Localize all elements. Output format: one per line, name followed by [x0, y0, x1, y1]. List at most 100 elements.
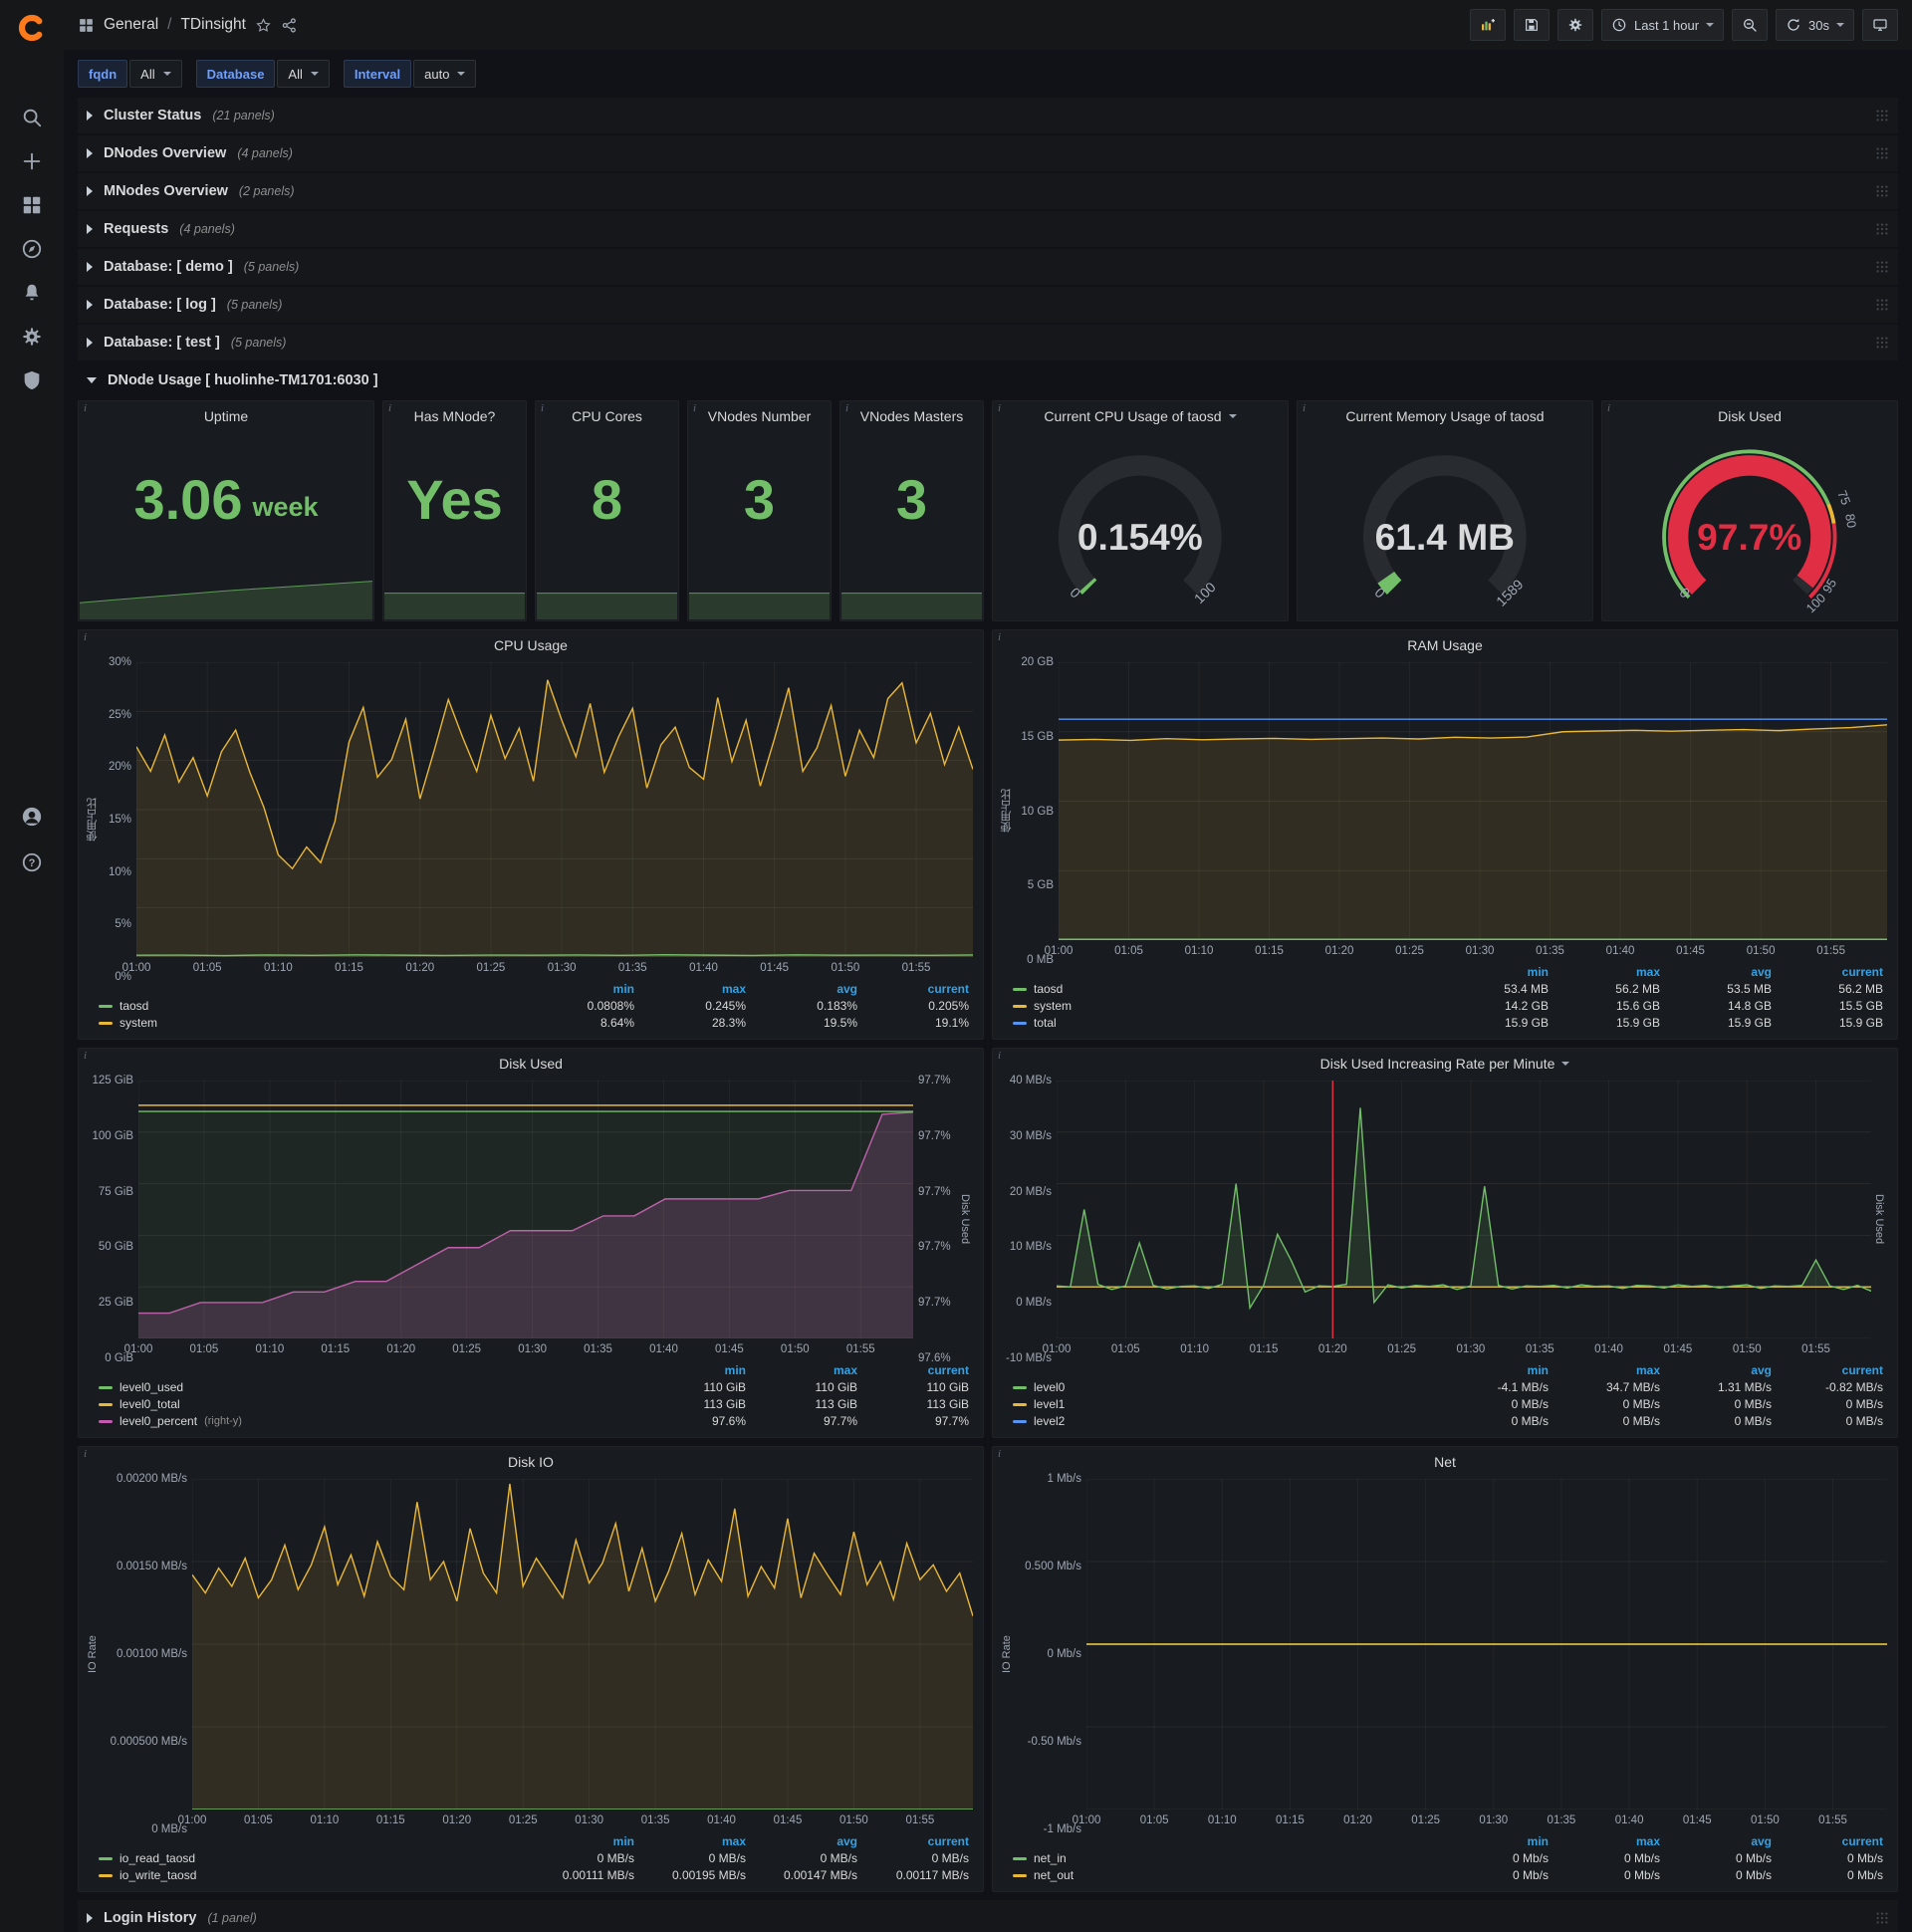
dashboard-settings-button[interactable] — [1556, 9, 1593, 41]
panel-info-icon[interactable]: i — [84, 1448, 87, 1460]
panel-title[interactable]: CPU Cores — [572, 408, 642, 424]
legend-series[interactable]: level0_total — [97, 1396, 636, 1412]
grafana-logo[interactable] — [10, 6, 54, 50]
panel-title[interactable]: Has MNode? — [414, 408, 496, 424]
legend-series[interactable]: level0_used — [97, 1379, 636, 1395]
panel-title[interactable]: VNodes Masters — [860, 408, 963, 424]
alerting-bell-icon[interactable] — [10, 271, 54, 315]
panel-title[interactable]: Disk IO — [508, 1454, 554, 1470]
panel-info-icon[interactable]: i — [1303, 402, 1306, 414]
disk-gauge: 758095100097.7% — [1662, 449, 1859, 615]
plot-area[interactable] — [1059, 662, 1887, 940]
legend-series[interactable]: net_out — [1011, 1867, 1439, 1883]
panel-title[interactable]: Disk Used — [499, 1056, 563, 1072]
variable-value-dropdown[interactable]: All — [129, 60, 182, 88]
panel-info-icon[interactable]: i — [693, 402, 696, 414]
dashboard-row-dnode-usage[interactable]: DNode Usage [ huolinhe-TM1701:6030 ] — [78, 362, 1898, 398]
panel-title[interactable]: Current CPU Usage of taosd — [1044, 408, 1221, 424]
plot-area[interactable] — [192, 1479, 973, 1810]
help-icon[interactable]: ? — [10, 841, 54, 884]
legend-series[interactable]: level0 — [1011, 1379, 1439, 1395]
plot-area[interactable] — [136, 662, 973, 957]
drag-handle-icon[interactable] — [1875, 222, 1889, 236]
panel-info-icon[interactable]: i — [84, 1050, 87, 1062]
drag-handle-icon[interactable] — [1875, 298, 1889, 312]
dashboard-row-cluster-status[interactable]: Cluster Status (21 panels) — [78, 98, 1898, 133]
panel-title[interactable]: CPU Usage — [494, 637, 568, 653]
drag-handle-icon[interactable] — [1875, 260, 1889, 274]
legend-series[interactable]: system — [1011, 998, 1439, 1014]
panel-title[interactable]: Current Memory Usage of taosd — [1345, 408, 1544, 424]
drag-handle-icon[interactable] — [1875, 146, 1889, 160]
x-axis: 01:00 01:05 01:10 01:15 01:20 01:25 01:30 01:35… — [177, 1814, 935, 1826]
breadcrumb-title[interactable]: TDinsight — [180, 16, 245, 34]
panel-title[interactable]: Uptime — [204, 408, 248, 424]
panel-title[interactable]: Disk Used — [1718, 408, 1782, 424]
dashboard-row-database-log[interactable]: Database: [ log ] (5 panels) — [78, 287, 1898, 323]
plot-area[interactable] — [1086, 1479, 1887, 1810]
panel-info-icon[interactable]: i — [541, 402, 544, 414]
navbar: General / TDinsight Last 1 hour 30s — [64, 0, 1912, 50]
legend-series[interactable]: level1 — [1011, 1396, 1439, 1412]
plot-area[interactable] — [138, 1081, 913, 1338]
add-panel-button[interactable] — [1469, 9, 1506, 41]
search-icon[interactable] — [10, 96, 54, 139]
row-title: DNode Usage [ huolinhe-TM1701:6030 ] — [108, 372, 378, 388]
plot-area[interactable] — [1057, 1081, 1871, 1338]
create-add-icon[interactable] — [10, 139, 54, 183]
legend-series[interactable]: level2 — [1011, 1413, 1439, 1429]
panel-title[interactable]: VNodes Number — [708, 408, 812, 424]
legend-series[interactable]: taosd — [97, 998, 525, 1014]
panel-info-icon[interactable]: i — [1607, 402, 1610, 414]
dashboard-row-database-test[interactable]: Database: [ test ] (5 panels) — [78, 325, 1898, 361]
chevron-down-icon — [310, 72, 319, 76]
legend-series[interactable]: io_read_taosd — [97, 1850, 525, 1866]
explore-compass-icon[interactable] — [10, 227, 54, 271]
breadcrumb-section[interactable]: General — [104, 16, 158, 34]
dashboard-row-database-demo[interactable]: Database: [ demo ] (5 panels) — [78, 249, 1898, 285]
legend-series[interactable]: level0_percent (right-y) — [97, 1413, 636, 1429]
panel-info-icon[interactable]: i — [998, 631, 1001, 643]
panel-info-icon[interactable]: i — [845, 402, 848, 414]
panel-info-icon[interactable]: i — [998, 1448, 1001, 1460]
legend-series[interactable]: io_write_taosd — [97, 1867, 525, 1883]
panel-info-icon[interactable]: i — [998, 1050, 1001, 1062]
variable-value-dropdown[interactable]: All — [277, 60, 330, 88]
legend-series[interactable]: system — [97, 1015, 525, 1031]
chevron-right-icon — [87, 262, 93, 272]
drag-handle-icon[interactable] — [1875, 184, 1889, 198]
dashboard-row-mnodes-overview[interactable]: MNodes Overview (2 panels) — [78, 173, 1898, 209]
panel-title[interactable]: Disk Used Increasing Rate per Minute — [1320, 1056, 1555, 1072]
drag-handle-icon[interactable] — [1875, 1911, 1889, 1925]
time-picker-button[interactable]: Last 1 hour — [1600, 9, 1725, 41]
share-icon[interactable] — [281, 17, 298, 34]
legend-series[interactable]: taosd — [1011, 981, 1439, 997]
dashboards-icon[interactable] — [10, 183, 54, 227]
legend-series[interactable]: net_in — [1011, 1850, 1439, 1866]
dashboard-row-dnodes-overview[interactable]: DNodes Overview (4 panels) — [78, 135, 1898, 171]
server-admin-shield-icon[interactable] — [10, 359, 54, 402]
row-panel-count: (21 panels) — [212, 109, 275, 122]
panel-info-icon[interactable]: i — [84, 402, 87, 414]
zoom-out-button[interactable] — [1732, 9, 1769, 41]
panel-info-icon[interactable]: i — [998, 402, 1001, 414]
panel-info-icon[interactable]: i — [84, 631, 87, 643]
dashboard-row-login-history[interactable]: Login History (1 panel) — [78, 1900, 1898, 1932]
variable-value-dropdown[interactable]: auto — [413, 60, 477, 88]
dashboard-row-requests[interactable]: Requests (4 panels) — [78, 211, 1898, 247]
panel-title[interactable]: RAM Usage — [1407, 637, 1482, 653]
configuration-gear-icon[interactable] — [10, 315, 54, 359]
save-dashboard-button[interactable] — [1513, 9, 1550, 41]
drag-handle-icon[interactable] — [1875, 109, 1889, 122]
cycle-view-button[interactable] — [1862, 9, 1898, 41]
user-avatar[interactable] — [10, 795, 54, 839]
legend-series[interactable]: total — [1011, 1015, 1439, 1031]
chevron-right-icon — [87, 224, 93, 234]
drag-handle-icon[interactable] — [1875, 336, 1889, 350]
row-title: Database: [ demo ] — [104, 259, 233, 275]
refresh-button[interactable]: 30s — [1776, 9, 1854, 41]
panel-info-icon[interactable]: i — [388, 402, 391, 414]
x-axis: 01:00 01:05 01:10 01:15 01:20 01:25 01:30 01:35… — [121, 962, 931, 974]
star-icon[interactable] — [255, 17, 272, 34]
panel-title[interactable]: Net — [1434, 1454, 1456, 1470]
